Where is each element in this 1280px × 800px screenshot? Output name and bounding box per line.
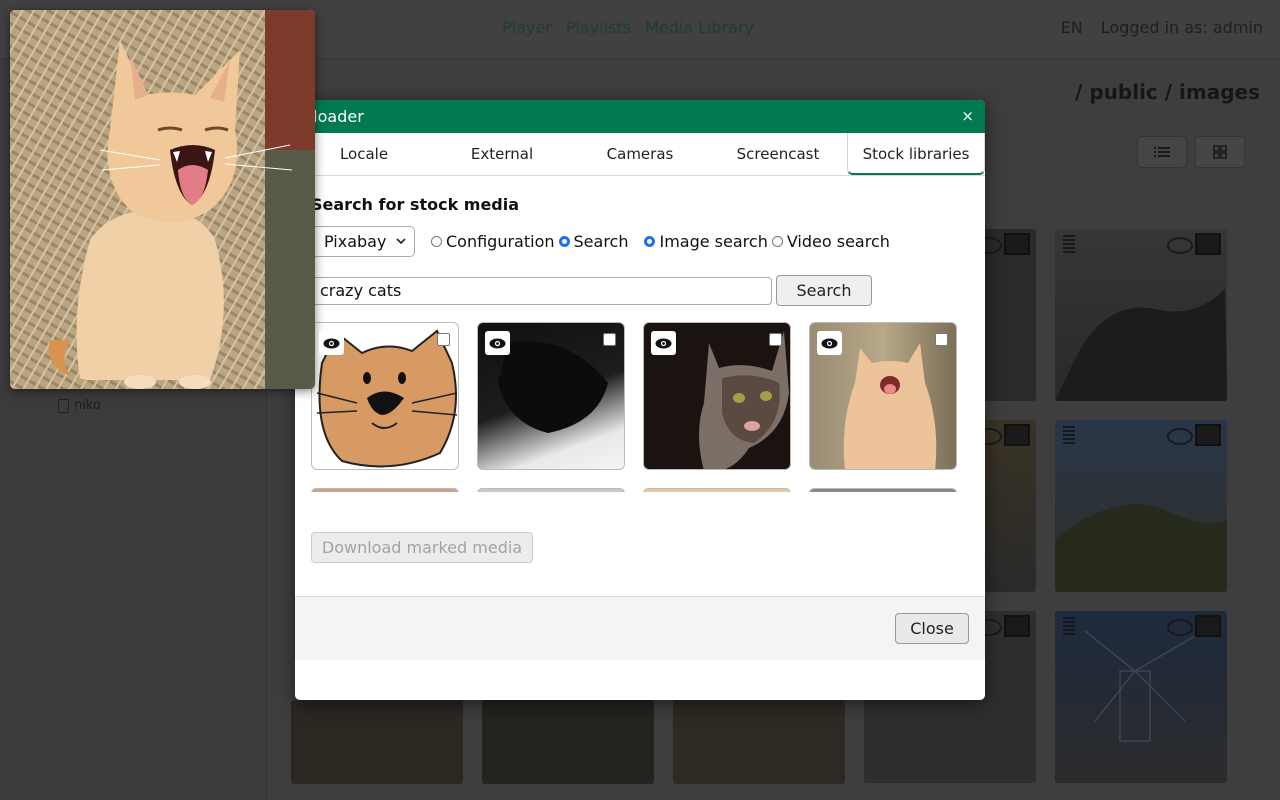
- grid-view-icon: [1213, 145, 1227, 159]
- tile-image: [1084, 630, 1196, 742]
- folder-tree-item[interactable]: niko: [58, 398, 101, 413]
- media-tile[interactable]: [291, 700, 463, 784]
- radio-configuration[interactable]: Configuration: [431, 232, 555, 251]
- radio-search-label: Search: [573, 232, 629, 251]
- radio-image-search[interactable]: Image search: [644, 232, 768, 251]
- eye-icon[interactable]: [485, 331, 510, 355]
- tile-image: [1055, 504, 1227, 592]
- radio-image-search-dot[interactable]: [644, 236, 656, 247]
- image-icon: [1004, 615, 1030, 637]
- media-tile[interactable]: [1055, 229, 1227, 401]
- user-area: EN Logged in as: admin: [1061, 18, 1263, 37]
- stock-result-item[interactable]: [809, 322, 957, 470]
- eye-icon[interactable]: [319, 331, 344, 355]
- nav-media-library-link[interactable]: Media Library: [645, 18, 754, 37]
- uploader-modal: ploader × Locale External Cameras Screen…: [295, 100, 985, 700]
- radio-configuration-label: Configuration: [446, 232, 555, 251]
- select-checkbox[interactable]: [603, 333, 616, 346]
- preview-image: [10, 10, 315, 389]
- breadcrumb: / public / images: [1075, 80, 1260, 104]
- radio-configuration-dot[interactable]: [431, 236, 442, 247]
- stock-result-item[interactable]: [643, 322, 791, 470]
- main-nav: Player Playlists Media Library: [502, 18, 754, 37]
- stock-result-item[interactable]: [809, 488, 957, 492]
- modal-header: ploader ×: [295, 100, 985, 133]
- radio-search[interactable]: Search: [558, 232, 629, 251]
- media-tile[interactable]: [1055, 611, 1227, 783]
- stock-result-item[interactable]: [477, 322, 625, 470]
- radio-search-dot[interactable]: [558, 236, 570, 247]
- radio-video-search[interactable]: Video search: [771, 232, 890, 251]
- tab-cameras[interactable]: Cameras: [571, 133, 709, 175]
- nav-player-link[interactable]: Player: [502, 18, 552, 37]
- eye-icon[interactable]: [651, 331, 676, 355]
- stock-result-item[interactable]: [311, 488, 459, 492]
- chevron-down-icon: [396, 238, 406, 245]
- search-button[interactable]: Search: [776, 275, 872, 306]
- tab-stock-libraries[interactable]: Stock libraries: [847, 133, 985, 175]
- stock-result-item[interactable]: [477, 488, 625, 492]
- select-checkbox[interactable]: [935, 333, 948, 346]
- language-switcher[interactable]: EN: [1061, 18, 1083, 37]
- folder-tree-item-label: niko: [74, 398, 101, 413]
- provider-select-value: Pixabay: [324, 232, 387, 251]
- tab-locale[interactable]: Locale: [295, 133, 433, 175]
- nav-playlists-link[interactable]: Playlists: [566, 18, 631, 37]
- provider-select[interactable]: Pixabay: [311, 226, 415, 257]
- radio-video-search-dot[interactable]: [771, 236, 783, 247]
- tab-screencast[interactable]: Screencast: [709, 133, 847, 175]
- select-checkbox[interactable]: [437, 333, 450, 346]
- download-marked-button[interactable]: Download marked media: [311, 532, 533, 563]
- select-checkbox[interactable]: [769, 333, 782, 346]
- media-tile[interactable]: [482, 700, 654, 784]
- stock-results-grid: [311, 322, 971, 492]
- image-preview-popup: [10, 10, 315, 389]
- image-icon: [1004, 424, 1030, 446]
- stock-result-item[interactable]: [311, 322, 459, 470]
- radio-video-search-label: Video search: [786, 232, 890, 251]
- image-icon: [1004, 233, 1030, 255]
- close-icon[interactable]: ×: [961, 107, 974, 125]
- media-tile[interactable]: [1055, 420, 1227, 592]
- file-icon: [58, 398, 69, 413]
- list-view-icon: [1154, 147, 1170, 157]
- list-view-button[interactable]: [1137, 136, 1187, 168]
- logged-in-user[interactable]: Logged in as: admin: [1101, 18, 1263, 37]
- search-options-row: Pixabay Configuration Search Image searc…: [311, 226, 894, 257]
- modal-footer: Close: [295, 596, 985, 660]
- tile-image: [1055, 289, 1227, 401]
- close-button[interactable]: Close: [895, 613, 969, 644]
- stock-result-item[interactable]: [643, 488, 791, 492]
- eye-icon[interactable]: [817, 331, 842, 355]
- grid-view-button[interactable]: [1195, 136, 1245, 168]
- radio-image-search-label: Image search: [659, 232, 768, 251]
- search-input[interactable]: crazy cats: [311, 277, 772, 305]
- tab-external[interactable]: External: [433, 133, 571, 175]
- section-title: Search for stock media: [311, 195, 520, 214]
- uploader-tabs: Locale External Cameras Screencast Stock…: [295, 133, 985, 176]
- media-tile[interactable]: [673, 700, 845, 784]
